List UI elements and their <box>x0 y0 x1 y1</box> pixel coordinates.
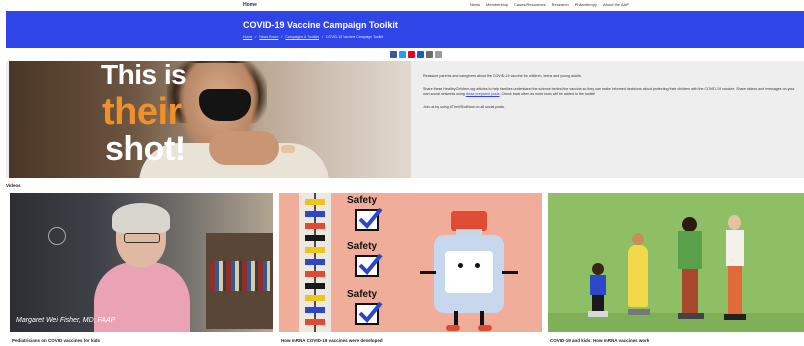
figure-head <box>632 233 644 245</box>
video-card[interactable]: Margaret Wei Fisher, MD, FAAP Pediatrici… <box>10 193 273 346</box>
video-thumbnail[interactable]: Margaret Wei Fisher, MD, FAAP <box>10 193 273 332</box>
video-thumbnail[interactable] <box>548 193 804 332</box>
vial-label <box>445 251 493 293</box>
vial-foot <box>446 325 460 331</box>
checkbox-icon <box>355 253 383 277</box>
dna-rung <box>305 223 325 229</box>
vial-eye <box>475 263 480 268</box>
dna-rung <box>305 259 325 265</box>
speaker-glasses <box>124 233 160 243</box>
linkedin-icon[interactable] <box>417 51 424 58</box>
nav-link-philanthropy[interactable]: Philanthropy <box>575 2 597 7</box>
hero-face-mask <box>199 89 251 121</box>
top-nav-links: News Membership Cases/Resources Research… <box>470 2 629 7</box>
safety-label: Safety <box>347 241 378 252</box>
page-banner: COVID-19 Vaccine Campaign Toolkit Home /… <box>6 11 804 48</box>
video-card[interactable]: Safety Safety Safety How mRNA COVID-19 v… <box>279 193 542 346</box>
breadcrumb-campaigns[interactable]: Campaigns & Toolkits <box>285 35 319 39</box>
speaker-name-tag: Margaret Wei Fisher, MD, FAAP <box>16 317 116 324</box>
safety-label: Safety <box>347 195 378 206</box>
figure-body <box>678 231 702 269</box>
hero-copy: Reassure parents and caregivers about th… <box>423 74 798 117</box>
clock-icon <box>48 227 66 245</box>
nav-link-news[interactable]: News <box>470 2 480 7</box>
hero-paragraph-2-end: . Check back often as more tools will be… <box>499 92 596 97</box>
dna-rung <box>305 283 325 289</box>
video-thumbnail[interactable]: Safety Safety Safety <box>279 193 542 332</box>
vial-foot <box>478 325 492 331</box>
hero-headline-line3: shot! <box>105 130 186 168</box>
nav-link-research[interactable]: Research <box>552 2 569 7</box>
vial-cap <box>451 211 487 231</box>
print-icon[interactable] <box>435 51 442 58</box>
hero-paragraph-2: Share these HealthyChildren.org articles… <box>423 87 798 98</box>
speaker <box>94 203 190 332</box>
vial-eye <box>458 263 463 268</box>
figure-head <box>682 217 697 232</box>
figure-head <box>592 263 604 275</box>
checkbox-icon <box>355 207 383 231</box>
videos-heading: Videos <box>6 183 21 188</box>
video-card[interactable]: COVID-19 and kids: How mRNA vaccines wor… <box>548 193 804 346</box>
video-caption[interactable]: How mRNA COVID-19 vaccines were develope… <box>281 338 383 343</box>
dna-rung <box>305 295 325 301</box>
breadcrumb-news-room[interactable]: News Room <box>259 35 278 39</box>
facebook-icon[interactable] <box>390 51 397 58</box>
figure-shoes <box>588 311 608 317</box>
figure-legs <box>592 295 604 311</box>
breadcrumb-home[interactable]: Home <box>243 35 252 39</box>
dna-rung <box>305 247 325 253</box>
hero-image: This is their shot! <box>9 61 411 178</box>
dna-rung <box>305 319 325 325</box>
figure-legs <box>728 266 742 314</box>
site-logo[interactable]: Home <box>243 2 257 8</box>
figure-shoes <box>724 314 746 320</box>
vaccine-vial-character <box>420 211 518 331</box>
nav-link-about[interactable]: About the AAP <box>603 2 629 7</box>
share-bar <box>390 51 442 58</box>
page-title: COVID-19 Vaccine Campaign Toolkit <box>243 20 398 30</box>
figure-head <box>728 215 741 230</box>
figure-body <box>628 245 648 307</box>
nav-link-cases-resources[interactable]: Cases/Resources <box>514 2 546 7</box>
hero-headline-line1: This is <box>101 61 187 90</box>
figure-shoes <box>678 313 704 319</box>
vial-arm <box>502 271 518 274</box>
pinterest-icon[interactable] <box>408 51 415 58</box>
figure-body <box>590 275 606 295</box>
hero-paragraph-3: Join us by using #TheirShotNow on all so… <box>423 104 505 109</box>
dna-rung <box>305 235 325 241</box>
video-caption[interactable]: Pediatricians on COVID vaccines for kids <box>12 338 100 343</box>
dna-rung <box>305 199 325 205</box>
prepared-posts-link[interactable]: these prepared posts <box>466 92 500 96</box>
nav-link-membership[interactable]: Membership <box>486 2 508 7</box>
hero-paragraph-1: Reassure parents and caregivers about th… <box>423 74 582 78</box>
dna-rung <box>305 211 325 217</box>
hero-bandage <box>281 145 295 153</box>
dna-strand <box>299 193 331 332</box>
dna-rung <box>305 271 325 277</box>
breadcrumb-separator: / <box>321 35 323 39</box>
video-caption[interactable]: COVID-19 and kids: How mRNA vaccines wor… <box>550 338 649 343</box>
email-icon[interactable] <box>426 51 433 58</box>
figure-body <box>726 230 744 266</box>
books <box>210 261 270 291</box>
dna-rung <box>305 307 325 313</box>
figure-legs <box>682 269 698 313</box>
breadcrumb-current: COVID-19 Vaccine Campaign Toolkit <box>325 35 384 39</box>
figure-shoes <box>628 309 650 315</box>
checkbox-icon <box>355 301 383 325</box>
hero-headline-line2: their <box>102 91 182 133</box>
speaker-hair <box>112 203 170 233</box>
safety-label: Safety <box>347 289 378 300</box>
hero-section: This is their shot! Reassure parents and… <box>6 61 804 178</box>
breadcrumb: Home / News Room / Campaigns & Toolkits … <box>243 35 383 39</box>
vial-arm <box>420 271 436 274</box>
twitter-icon[interactable] <box>399 51 406 58</box>
breadcrumb-separator: / <box>281 35 283 39</box>
hero-hand <box>209 131 279 165</box>
ground <box>548 313 804 332</box>
top-nav: Home News Membership Cases/Resources Res… <box>0 0 804 11</box>
breadcrumb-separator: / <box>255 35 257 39</box>
